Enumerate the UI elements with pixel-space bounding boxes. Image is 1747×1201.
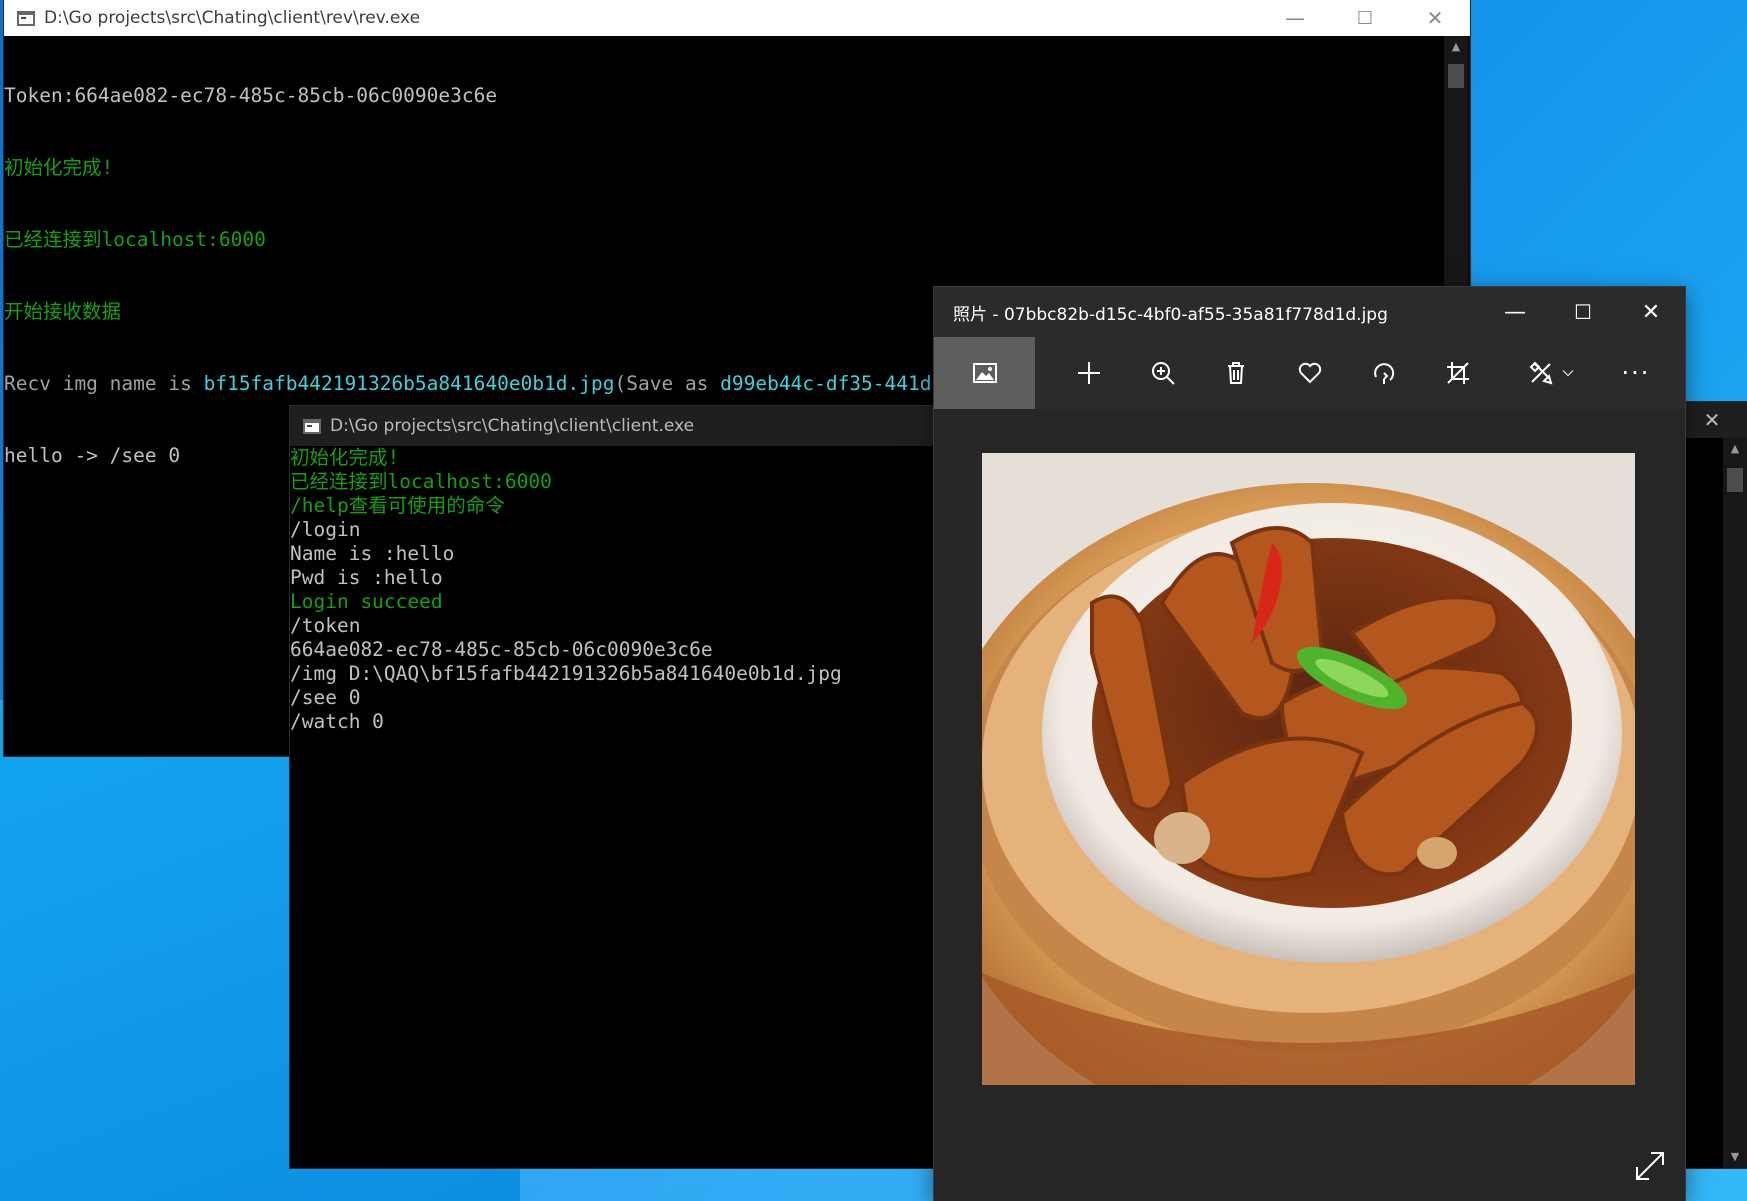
close-button[interactable]: ✕ bbox=[1400, 0, 1470, 36]
rev-window-titlebar[interactable]: D:\Go projects\src\Chating\client\rev\re… bbox=[4, 0, 1470, 36]
view-image-button[interactable] bbox=[934, 337, 1035, 409]
minimize-button[interactable]: — bbox=[1260, 0, 1330, 36]
favorite-button[interactable] bbox=[1275, 337, 1345, 409]
recv-save-prefix: (Save as bbox=[614, 372, 721, 395]
console-line: /token bbox=[290, 614, 361, 637]
maximize-button[interactable]: ☐ bbox=[1330, 0, 1400, 36]
edit-icon bbox=[1529, 361, 1553, 385]
recv-image-name: bf15fafb442191326b5a841640e0b1d.jpg bbox=[203, 372, 615, 395]
console-line: /login bbox=[290, 518, 361, 541]
hidden-console-scrollbar[interactable]: ▲ ▼ bbox=[1723, 438, 1747, 1168]
chevron-down-icon bbox=[1562, 370, 1574, 377]
crop-icon bbox=[1447, 362, 1469, 384]
maximize-button[interactable]: ☐ bbox=[1549, 287, 1617, 337]
photos-titlebar[interactable]: 照片 - 07bbc82b-d15c-4bf0-af55-35a81f778d1… bbox=[934, 287, 1685, 337]
scroll-up-arrow-icon[interactable]: ▲ bbox=[1723, 438, 1747, 460]
client-console-window: D:\Go projects\src\Chating\client\client… bbox=[290, 406, 990, 1168]
rotate-icon bbox=[1374, 363, 1395, 384]
console-line: Pwd is :hello bbox=[290, 566, 443, 589]
console-app-icon bbox=[17, 10, 35, 26]
photos-toolbar: ··· bbox=[934, 337, 1685, 409]
image-icon bbox=[972, 363, 997, 383]
photo-viewer-area bbox=[934, 409, 1685, 1201]
recv-prefix: Recv img name is bbox=[4, 372, 204, 395]
client-console-output: 初始化完成! 已经连接到localhost:6000/help查看可使用的命令/l… bbox=[290, 446, 842, 734]
delete-button[interactable] bbox=[1201, 337, 1271, 409]
console-line: 已经连接到localhost:6000 bbox=[290, 470, 552, 493]
console-line: Token:664ae082-ec78-485c-85cb-06c0090e3c… bbox=[4, 84, 498, 107]
delete-icon bbox=[1228, 362, 1244, 384]
scroll-up-arrow-icon[interactable]: ▲ bbox=[1444, 36, 1468, 58]
photos-app-window: 照片 - 07bbc82b-d15c-4bf0-af55-35a81f778d1… bbox=[934, 287, 1685, 1201]
client-window-titlebar[interactable]: D:\Go projects\src\Chating\client\client… bbox=[290, 406, 990, 446]
food-photo-illustration bbox=[982, 453, 1635, 1085]
console-line: /img D:\QAQ\bf15fafb442191326b5a841640e0… bbox=[290, 662, 842, 685]
close-button[interactable]: ✕ bbox=[1677, 402, 1747, 438]
crop-button[interactable] bbox=[1423, 337, 1493, 409]
console-line: Name is :hello bbox=[290, 542, 455, 565]
zoom-button[interactable] bbox=[1128, 337, 1198, 409]
scroll-thumb[interactable] bbox=[1727, 468, 1743, 492]
rev-window-title: D:\Go projects\src\Chating\client\rev\re… bbox=[44, 8, 421, 28]
heart-icon bbox=[1298, 362, 1322, 384]
minimize-button[interactable]: — bbox=[1481, 287, 1549, 337]
console-line: /watch 0 bbox=[290, 710, 384, 733]
edit-create-button[interactable] bbox=[1509, 337, 1593, 409]
console-line: /help查看可使用的命令 bbox=[290, 494, 505, 517]
client-window-title: D:\Go projects\src\Chating\client\client… bbox=[330, 416, 695, 436]
console-line: 已经连接到localhost:6000 bbox=[4, 228, 266, 251]
close-button[interactable]: ✕ bbox=[1617, 287, 1685, 337]
expand-icon[interactable] bbox=[1633, 1149, 1667, 1183]
scroll-thumb[interactable] bbox=[1448, 64, 1464, 88]
photos-window-title: 照片 - 07bbc82b-d15c-4bf0-af55-35a81f778d1… bbox=[953, 304, 1388, 325]
more-options-button[interactable]: ··· bbox=[1601, 337, 1671, 409]
console-line: /see 0 bbox=[290, 686, 361, 709]
rotate-button[interactable] bbox=[1349, 337, 1419, 409]
food-photo bbox=[982, 453, 1635, 1085]
scroll-down-arrow-icon[interactable]: ▼ bbox=[1723, 1146, 1747, 1168]
console-app-icon bbox=[303, 418, 321, 434]
zoom-icon bbox=[1152, 362, 1175, 385]
add-icon bbox=[1078, 362, 1100, 384]
console-line: Login succeed bbox=[290, 590, 443, 613]
console-line: 初始化完成! bbox=[290, 446, 400, 469]
add-button[interactable] bbox=[1054, 337, 1124, 409]
console-line: 初始化完成! bbox=[4, 156, 114, 179]
console-line: 664ae082-ec78-485c-85cb-06c0090e3c6e bbox=[290, 638, 713, 661]
